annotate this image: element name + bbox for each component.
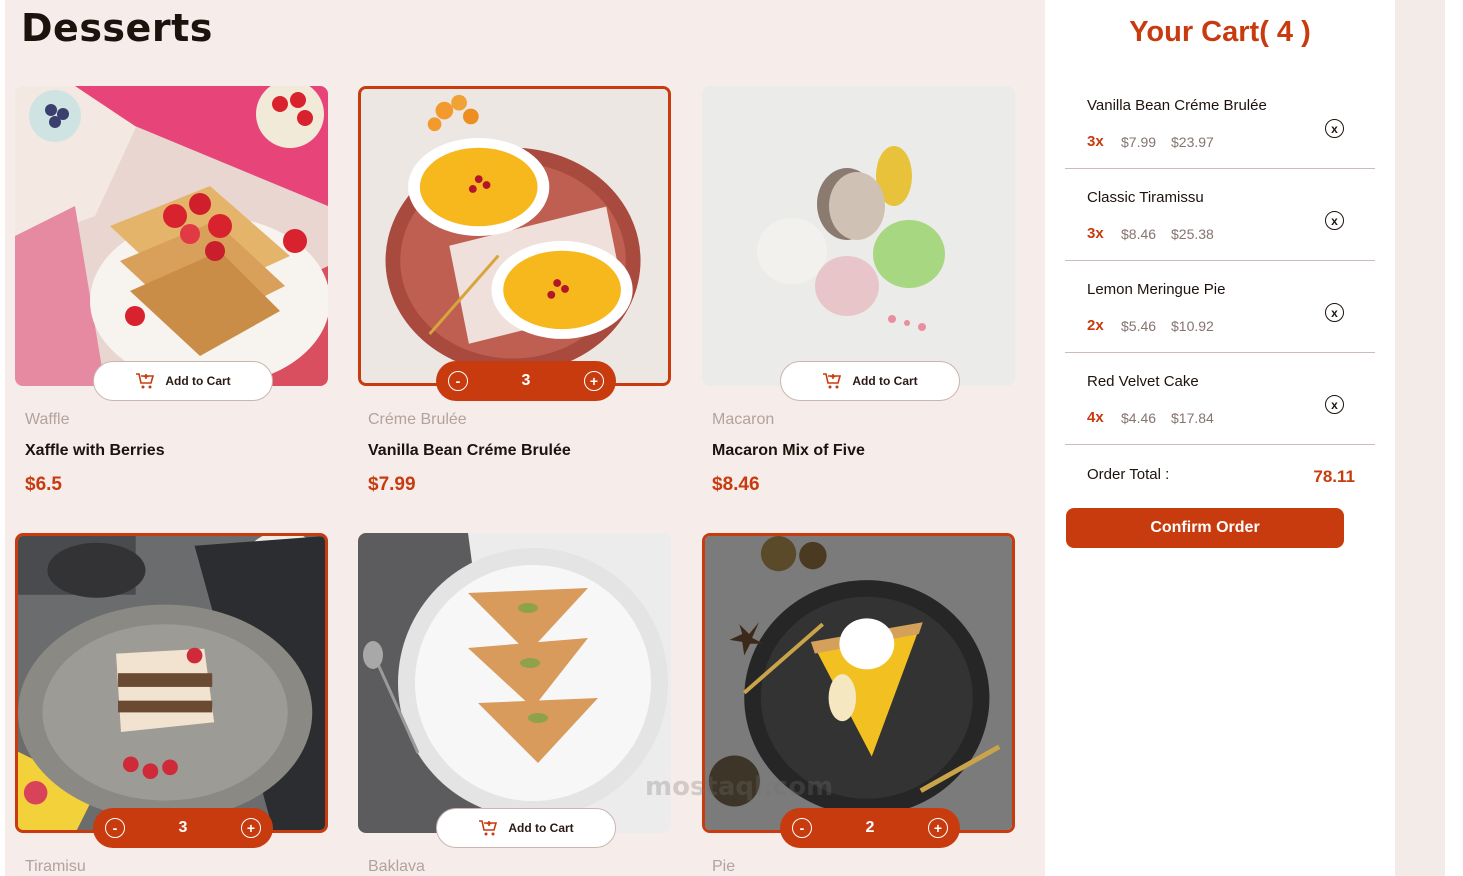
product-area: Desserts Add to Cart Waffle Xaffle with … <box>5 0 1045 876</box>
quantity-stepper[interactable]: - 2 + <box>780 808 960 848</box>
cart-item: Red Velvet Cake 4x $4.46 $17.84 x <box>1065 353 1375 445</box>
product-image-baklava[interactable] <box>358 533 671 833</box>
page-title: Desserts <box>21 6 213 50</box>
increment-button[interactable]: + <box>241 818 261 838</box>
product-price: $6.5 <box>25 474 62 495</box>
cart-item-name: Red Velvet Cake <box>1087 373 1199 390</box>
add-to-cart-label: Add to Cart <box>508 821 574 835</box>
product-card-waffle: Add to Cart Waffle Xaffle with Berries $… <box>15 86 328 506</box>
decrement-button[interactable]: - <box>105 818 125 838</box>
cart-item: Classic Tiramissu 3x $8.46 $25.38 x <box>1065 169 1375 261</box>
product-category: Macaron <box>712 411 775 428</box>
cart-item-unit-price: $7.99 <box>1121 134 1157 150</box>
cart-item-name: Lemon Meringue Pie <box>1087 281 1226 298</box>
product-price: $7.99 <box>368 474 416 495</box>
cart-item-unit-price: $4.46 <box>1121 410 1157 426</box>
cart-plus-icon <box>479 820 498 836</box>
product-card-tiramisu: - 3 + Tiramisu <box>15 533 328 876</box>
add-to-cart-button[interactable]: Add to Cart <box>780 361 960 401</box>
product-name: Xaffle with Berries <box>25 442 165 459</box>
cart-item-line-total: $25.38 <box>1171 226 1214 242</box>
right-gutter <box>1395 0 1445 876</box>
product-image-macaron[interactable] <box>702 86 1015 386</box>
product-card-pie: - 2 + Pie <box>702 533 1015 876</box>
cart-item-unit-price: $5.46 <box>1121 318 1157 334</box>
cart-item: Lemon Meringue Pie 2x $5.46 $10.92 x <box>1065 261 1375 353</box>
product-category: Tiramisu <box>25 858 86 875</box>
product-category: Pie <box>712 858 736 875</box>
decrement-button[interactable]: - <box>448 371 468 391</box>
confirm-order-button[interactable]: Confirm Order <box>1066 508 1344 548</box>
cart-item-unit-price: $8.46 <box>1121 226 1157 242</box>
product-image-tiramisu[interactable] <box>15 533 328 833</box>
order-total-value: 78.11 <box>1313 467 1355 486</box>
cart-item-line-total: $10.92 <box>1171 318 1214 334</box>
remove-item-icon[interactable]: x <box>1325 303 1344 322</box>
quantity-value: 3 <box>178 819 188 836</box>
add-to-cart-button[interactable]: Add to Cart <box>93 361 273 401</box>
right-edge <box>1445 0 1463 876</box>
cart-item: Vanilla Bean Créme Brulée 3x $7.99 $23.9… <box>1065 77 1375 169</box>
cart-plus-icon <box>136 373 155 389</box>
product-price: $8.46 <box>712 474 760 495</box>
product-card-macaron: Add to Cart Macaron Macaron Mix of Five … <box>702 86 1015 506</box>
add-to-cart-label: Add to Cart <box>852 374 918 388</box>
decrement-button[interactable]: - <box>792 818 812 838</box>
cart-panel: Your Cart( 4 ) Vanilla Bean Créme Brulée… <box>1045 0 1395 876</box>
cart-item-line-total: $23.97 <box>1171 134 1214 150</box>
remove-item-icon[interactable]: x <box>1325 211 1344 230</box>
product-category: Waffle <box>25 411 70 428</box>
product-category: Créme Brulée <box>368 411 467 428</box>
product-name: Vanilla Bean Créme Brulée <box>368 442 571 459</box>
watermark: mostaql.com <box>645 772 834 802</box>
increment-button[interactable]: + <box>584 371 604 391</box>
product-image-waffle[interactable] <box>15 86 328 386</box>
cart-item-name: Classic Tiramissu <box>1087 189 1204 206</box>
add-to-cart-label: Add to Cart <box>165 374 231 388</box>
quantity-value: 3 <box>521 372 531 389</box>
remove-item-icon[interactable]: x <box>1325 395 1344 414</box>
quantity-stepper[interactable]: - 3 + <box>93 808 273 848</box>
quantity-value: 2 <box>865 819 875 836</box>
product-category: Baklava <box>368 858 425 875</box>
cart-item-qty: 2x <box>1087 317 1104 334</box>
quantity-stepper[interactable]: - 3 + <box>436 361 616 401</box>
add-to-cart-button[interactable]: Add to Cart <box>436 808 616 848</box>
remove-item-icon[interactable]: x <box>1325 119 1344 138</box>
product-card-creme-brulee: - 3 + Créme Brulée Vanilla Bean Créme Br… <box>358 86 671 506</box>
cart-title: Your Cart( 4 ) <box>1129 16 1311 48</box>
cart-item-qty: 4x <box>1087 409 1104 426</box>
cart-item-qty: 3x <box>1087 225 1104 242</box>
cart-item-line-total: $17.84 <box>1171 410 1214 426</box>
cart-item-qty: 3x <box>1087 133 1104 150</box>
order-total-label: Order Total : <box>1087 466 1170 483</box>
product-name: Macaron Mix of Five <box>712 442 865 459</box>
cart-item-name: Vanilla Bean Créme Brulée <box>1087 97 1267 114</box>
cart-plus-icon <box>823 373 842 389</box>
product-card-baklava: Add to Cart Baklava <box>358 533 671 876</box>
increment-button[interactable]: + <box>928 818 948 838</box>
product-image-creme-brulee[interactable] <box>358 86 671 386</box>
